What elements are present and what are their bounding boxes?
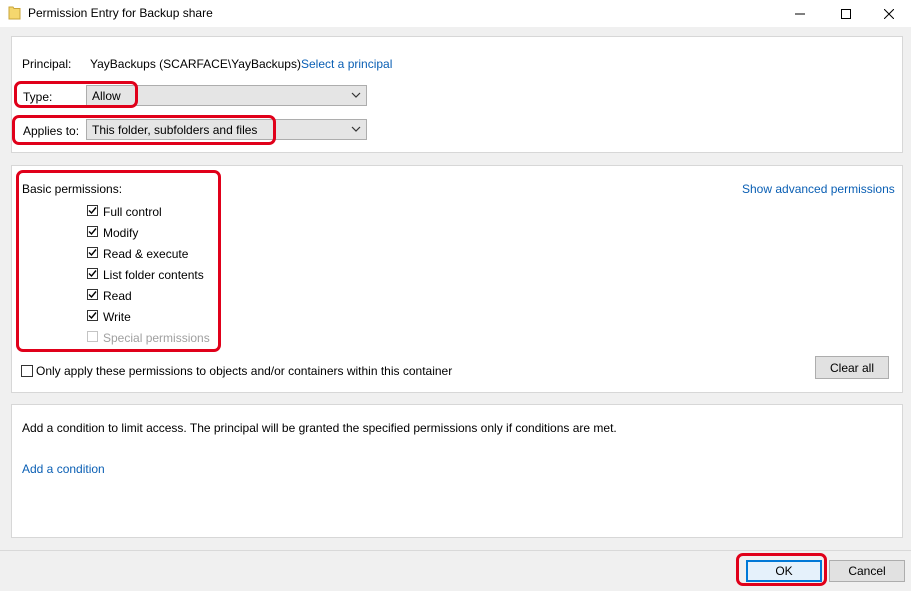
principal-value: YayBackups (SCARFACE\YayBackups) <box>90 57 301 71</box>
minimize-icon <box>795 13 805 14</box>
principal-label: Principal: <box>22 57 72 71</box>
only-apply-checkbox[interactable] <box>21 365 33 377</box>
window-title: Permission Entry for Backup share <box>28 6 213 20</box>
maximize-icon <box>841 8 851 19</box>
annotation-ok-highlight <box>736 553 827 586</box>
cancel-label: Cancel <box>848 564 886 578</box>
footer-divider <box>0 550 911 551</box>
minimize-button[interactable] <box>777 0 823 27</box>
annotation-basic-permissions-highlight <box>16 170 221 352</box>
only-apply-label[interactable]: Only apply these permissions to objects … <box>36 364 452 378</box>
select-principal-link[interactable]: Select a principal <box>301 57 392 71</box>
clear-all-button[interactable]: Clear all <box>815 356 889 379</box>
close-icon <box>884 8 894 19</box>
close-button[interactable] <box>866 0 911 27</box>
annotation-applies-to-highlight <box>12 115 276 145</box>
annotation-type-highlight <box>14 81 138 108</box>
show-advanced-permissions-link[interactable]: Show advanced permissions <box>742 182 895 196</box>
add-condition-link[interactable]: Add a condition <box>22 462 105 476</box>
folder-icon <box>8 5 21 20</box>
title-bar: Permission Entry for Backup share <box>0 0 911 27</box>
clear-all-label: Clear all <box>829 360 874 375</box>
cancel-button[interactable]: Cancel <box>829 560 905 582</box>
condition-description: Add a condition to limit access. The pri… <box>22 421 617 435</box>
chevron-down-icon <box>351 126 361 132</box>
chevron-down-icon <box>351 92 361 98</box>
maximize-button[interactable] <box>823 0 869 27</box>
